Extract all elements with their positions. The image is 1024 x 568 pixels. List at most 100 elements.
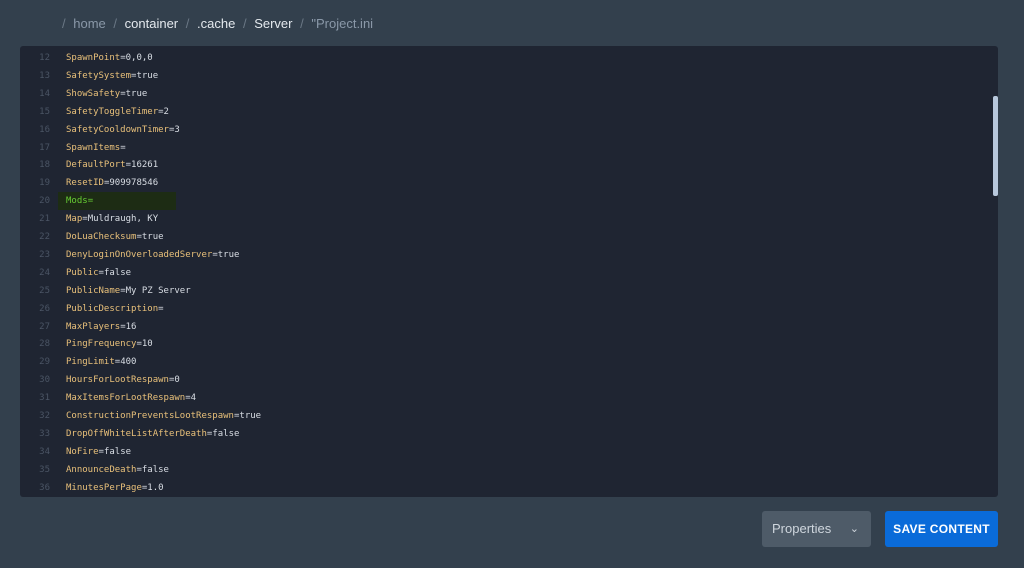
line-number: 17 bbox=[39, 142, 50, 153]
config-key: MinutesPerPage bbox=[66, 482, 142, 493]
config-key: MaxPlayers bbox=[66, 321, 121, 332]
code-text: ShowSafety=true bbox=[66, 85, 147, 103]
equals-sign: = bbox=[87, 196, 94, 207]
code-text: PingFrequency=10 bbox=[66, 335, 153, 353]
config-value: 0,0,0 bbox=[125, 53, 153, 63]
config-value: 2 bbox=[163, 106, 169, 117]
line-number: 22 bbox=[39, 232, 50, 242]
config-value: 4 bbox=[190, 393, 197, 404]
line-number: 18 bbox=[39, 160, 50, 171]
line-number: 27 bbox=[39, 321, 50, 332]
line-number: 25 bbox=[39, 285, 50, 296]
config-value: true bbox=[125, 88, 148, 99]
code-text: DefaultPort=16261 bbox=[66, 156, 158, 174]
config-key: SafetyToggleTimer bbox=[66, 106, 159, 117]
breadcrumb-cache[interactable]: .cache bbox=[197, 16, 235, 31]
breadcrumb-separator: / bbox=[62, 16, 66, 31]
code-editor[interactable]: 12 SpawnPoint=0,0,0 13 SafetySystem=true 14 S… bbox=[20, 46, 998, 497]
line-number: 16 bbox=[39, 124, 50, 135]
line-number: 30 bbox=[39, 375, 50, 386]
editor-scrollbar[interactable] bbox=[993, 96, 998, 196]
code-line[interactable]: 20 Mods= bbox=[39, 192, 176, 211]
breadcrumb-separator: / bbox=[113, 16, 118, 31]
config-value: 3 bbox=[174, 124, 180, 135]
code-text: SafetySystem=true bbox=[66, 67, 158, 85]
config-value: false bbox=[212, 428, 240, 439]
line-number: 15 bbox=[39, 106, 50, 117]
line-number: 14 bbox=[39, 88, 50, 99]
config-value: 0 bbox=[174, 375, 180, 386]
breadcrumb-server[interactable]: Server bbox=[254, 16, 292, 31]
mode-select-value: Properties bbox=[772, 521, 832, 536]
code-text: SafetyCooldownTimer=3 bbox=[66, 121, 180, 139]
line-number: 32 bbox=[39, 411, 50, 421]
config-value: 1.0 bbox=[147, 482, 164, 493]
breadcrumb-separator: / bbox=[185, 16, 190, 31]
breadcrumb-container[interactable]: container bbox=[125, 16, 178, 31]
config-value: Muldraugh, KY bbox=[87, 214, 159, 225]
line-number: 33 bbox=[39, 428, 50, 439]
line-number: 34 bbox=[39, 446, 50, 457]
config-key: SpawnPoint bbox=[66, 53, 121, 63]
line-number: 31 bbox=[39, 393, 50, 404]
config-key: Public bbox=[66, 267, 99, 278]
line-number: 12 bbox=[39, 53, 50, 63]
code-text: DenyLoginOnOverloadedServer=true bbox=[66, 246, 239, 264]
config-value: true bbox=[141, 232, 164, 242]
config-key: Mods bbox=[66, 196, 88, 207]
code-text: Mods= bbox=[66, 192, 93, 210]
equals-sign: = bbox=[120, 142, 126, 153]
config-value: 16 bbox=[125, 321, 137, 332]
code-text: PublicDescription= bbox=[66, 300, 164, 318]
config-key: Map bbox=[66, 214, 83, 225]
chevron-down-icon: ⌄ bbox=[849, 523, 859, 535]
code-text: HoursForLootRespawn=0 bbox=[66, 371, 180, 389]
breadcrumb-separator: / bbox=[242, 16, 247, 31]
breadcrumb-file: "Project.ini bbox=[311, 16, 374, 31]
config-value: false bbox=[141, 464, 169, 475]
code-text: Map=Muldraugh, KY bbox=[66, 210, 158, 228]
config-key: DropOffWhiteListAfterDeath bbox=[66, 428, 207, 439]
code-text: AnnounceDeath=false bbox=[66, 461, 169, 479]
config-key: MaxItemsForLootRespawn bbox=[66, 393, 186, 404]
line-number: 20 bbox=[39, 196, 50, 207]
config-value: 16261 bbox=[131, 160, 159, 171]
code-text: NoFire=false bbox=[66, 443, 131, 461]
line-number: 24 bbox=[39, 267, 50, 278]
code-text: DoLuaChecksum=true bbox=[66, 228, 164, 246]
config-value: true bbox=[239, 411, 262, 421]
code-text: DropOffWhiteListAfterDeath=false bbox=[66, 425, 239, 443]
line-number: 28 bbox=[39, 339, 50, 350]
config-key: PingLimit bbox=[66, 357, 115, 368]
config-value: true bbox=[217, 249, 240, 260]
code-text: ConstructionPreventsLootRespawn=true bbox=[66, 407, 261, 425]
equals-sign: = bbox=[158, 303, 164, 314]
save-content-button[interactable]: SAVE CONTENT bbox=[885, 511, 998, 547]
config-value: false bbox=[103, 446, 132, 457]
breadcrumb: / home / container / .cache / Server / "… bbox=[58, 16, 373, 31]
config-key: ConstructionPreventsLootRespawn bbox=[66, 411, 234, 421]
line-number: 35 bbox=[39, 464, 50, 475]
code-text: SpawnItems= bbox=[66, 139, 126, 157]
line-number: 13 bbox=[39, 70, 50, 81]
line-number: 29 bbox=[39, 357, 50, 368]
config-key: DenyLoginOnOverloadedServer bbox=[66, 249, 213, 260]
config-value: false bbox=[103, 267, 132, 278]
config-value: true bbox=[136, 70, 159, 81]
code-text: PublicName=My PZ Server bbox=[66, 282, 191, 300]
config-key: PublicDescription bbox=[66, 303, 159, 314]
code-text: MaxPlayers=16 bbox=[66, 318, 136, 336]
mode-select[interactable]: Properties ⌄ bbox=[762, 511, 871, 547]
config-key: PublicName bbox=[66, 285, 121, 296]
code-text: PingLimit=400 bbox=[66, 353, 136, 371]
line-number: 21 bbox=[39, 214, 50, 225]
config-key: AnnounceDeath bbox=[66, 464, 137, 475]
line-number: 26 bbox=[39, 303, 50, 314]
config-key: ResetID bbox=[66, 178, 104, 189]
breadcrumb-home[interactable]: home bbox=[73, 16, 106, 31]
code-text: SafetyToggleTimer=2 bbox=[66, 103, 169, 121]
code-text: SpawnPoint=0,0,0 bbox=[66, 49, 153, 67]
code-text: ResetID=909978546 bbox=[66, 174, 158, 192]
config-value: 400 bbox=[120, 357, 137, 368]
config-key: DefaultPort bbox=[66, 160, 126, 171]
